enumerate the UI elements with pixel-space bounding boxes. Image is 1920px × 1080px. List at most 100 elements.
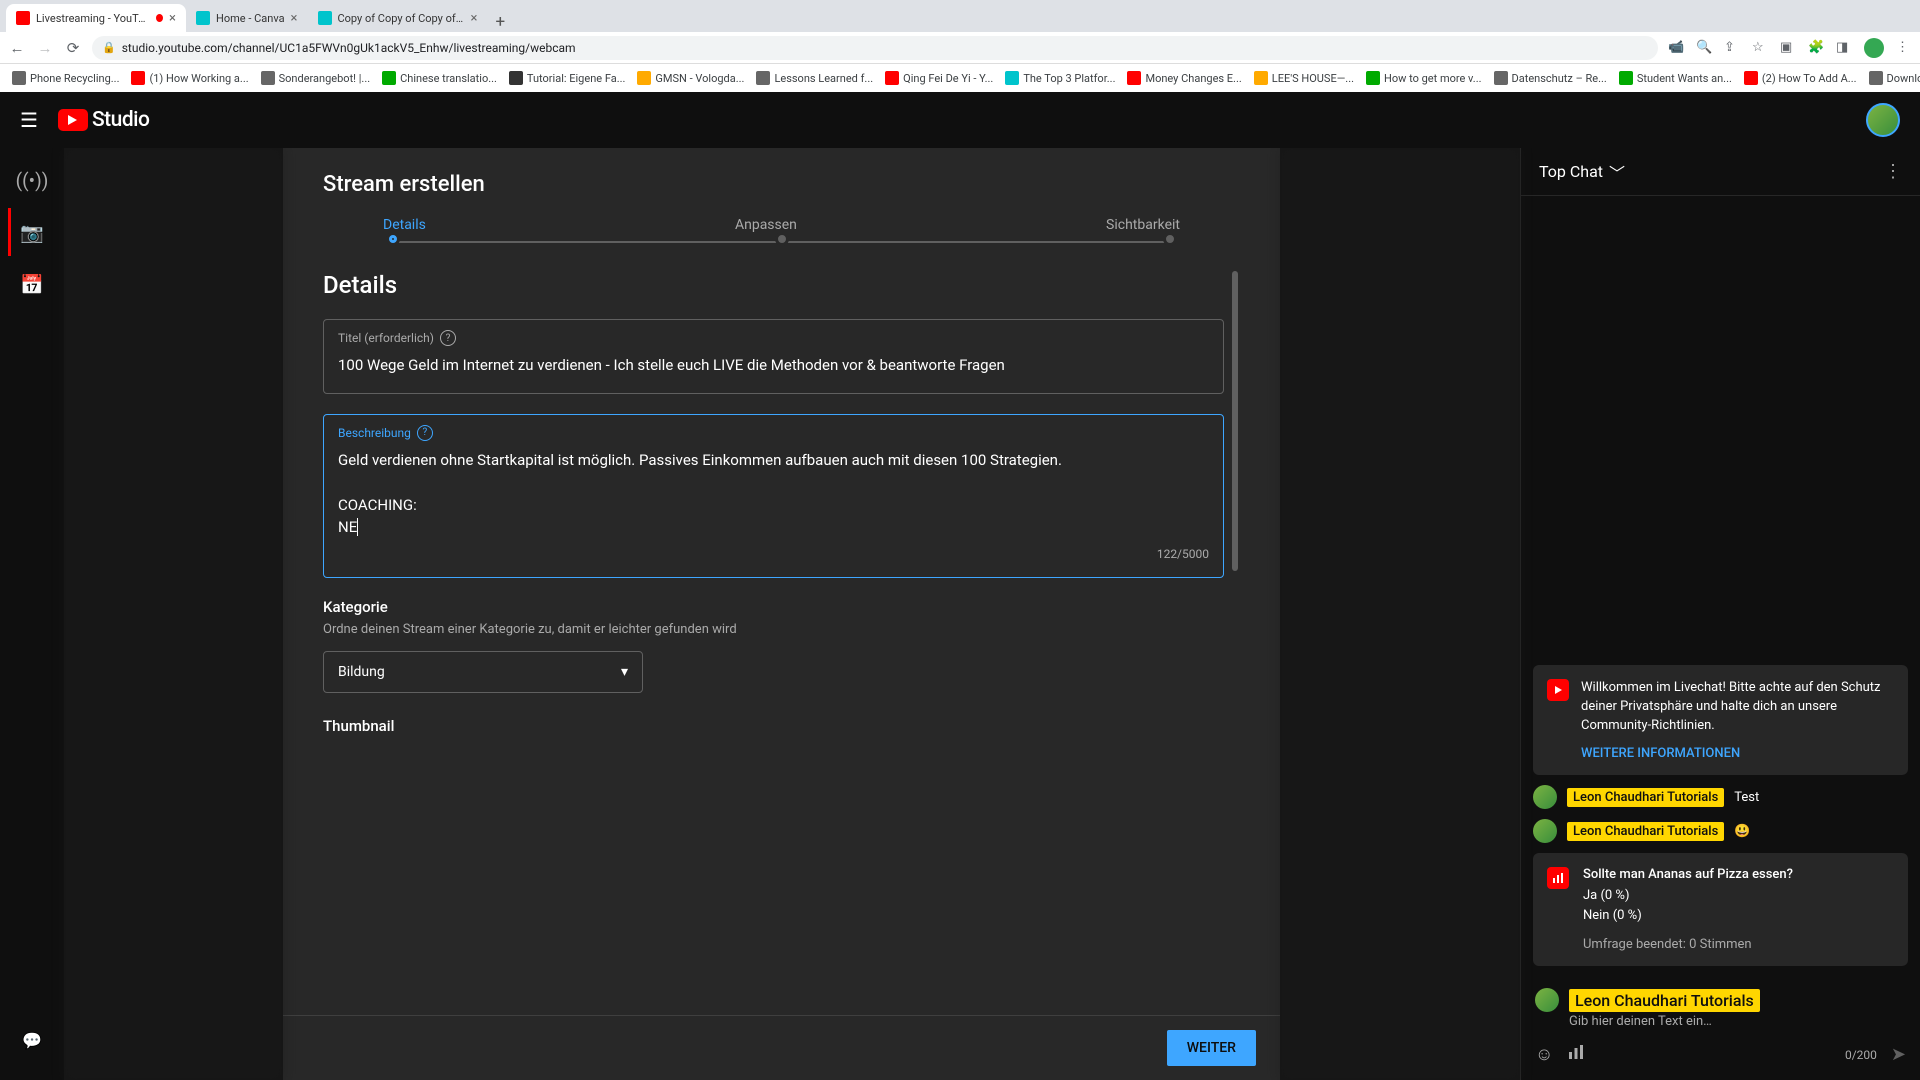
bookmark-item[interactable]: (2) How To Add A... [1740,71,1861,85]
bookmark-item[interactable]: Download - Cooki... [1865,71,1920,85]
bookmark-label: Datenschutz – Re... [1512,72,1607,85]
bookmark-favicon [1005,71,1019,85]
bookmark-item[interactable]: Tutorial: Eigene Fa... [505,71,630,85]
chat-mode-selector[interactable]: Top Chat ﹀ [1539,160,1625,184]
new-tab-button[interactable]: + [488,12,514,32]
category-select[interactable]: Bildung ▾ [323,651,643,693]
bookmark-item[interactable]: Money Changes E... [1123,71,1245,85]
emoji-icon[interactable]: ☺ [1535,1044,1553,1065]
bookmark-label: Tutorial: Eigene Fa... [527,72,626,85]
tab-title: Copy of Copy of Copy of Cop [338,12,465,25]
bookmark-item[interactable]: Phone Recycling... [8,71,123,85]
video-icon[interactable]: 📹 [1668,40,1684,56]
description-label: Beschreibung [338,426,411,440]
preview-backdrop-left [64,148,283,1080]
poll-option: Nein (0 %) [1583,906,1894,926]
bookmark-item[interactable]: (1) How Working a... [127,71,252,85]
chat-input[interactable]: Gib hier deinen Text ein… [1569,1014,1906,1029]
chat-emoji: 😃 [1734,824,1750,839]
reload-icon[interactable]: ⟳ [64,39,82,57]
step-visibility[interactable]: Sichtbarkeit [1106,217,1180,233]
kebab-icon[interactable]: ⋮ [1884,161,1902,182]
bookmark-label: Chinese translatio... [400,72,497,85]
kebab-icon[interactable]: ⋮ [1896,40,1912,56]
next-button[interactable]: WEITER [1167,1030,1256,1066]
bookmark-item[interactable]: GMSN - Vologda... [633,71,748,85]
tab[interactable]: Home - Canva × [186,4,308,32]
recording-indicator-icon [156,14,163,22]
chat-username[interactable]: Leon Chaudhari Tutorials [1567,788,1724,807]
bookmark-label: Student Wants an... [1637,72,1732,85]
step-details[interactable]: Details [383,217,426,233]
bookmark-label: Lessons Learned f... [774,72,873,85]
bookmark-favicon [382,71,396,85]
description-field[interactable]: Beschreibung ? Geld verdienen ohne Start… [323,414,1224,578]
bookmark-item[interactable]: LEE'S HOUSE—... [1250,71,1358,85]
bookmark-item[interactable]: Lessons Learned f... [752,71,877,85]
sidepanel-icon[interactable]: ◨ [1836,40,1852,56]
stream-icon[interactable]: ((•)) [8,156,56,204]
bookmark-item[interactable]: How to get more v... [1362,71,1486,85]
live-chat-panel: Top Chat ﹀ ⋮ Willkommen im Livechat! Bit… [1520,148,1920,1080]
scrollbar-thumb[interactable] [1232,271,1238,571]
bookmark-favicon [1127,71,1141,85]
bookmark-label: GMSN - Vologda... [655,72,744,85]
dialog-scroll-area[interactable]: Details Titel (erforderlich) ? 100 Wege … [323,271,1240,1015]
chat-char-counter: 0/200 [1845,1048,1877,1062]
webcam-nav-item[interactable]: 📷 [8,208,56,256]
puzzle-icon[interactable]: 🧩 [1808,40,1824,56]
back-icon[interactable]: ← [8,39,26,57]
welcome-text: Willkommen im Livechat! Bitte achte auf … [1581,679,1894,736]
youtube-play-icon [58,109,88,131]
camera-icon: 📷 [8,208,56,256]
zoom-icon[interactable]: 🔍 [1696,40,1712,56]
youtube-icon [1547,679,1569,701]
close-icon[interactable]: × [291,11,298,26]
step-customize[interactable]: Anpassen [735,217,797,233]
bookmark-favicon [1494,71,1508,85]
bookmark-item[interactable]: Sonderangebot! |... [257,71,375,85]
main-area: Stream erstellen Details Anpassen Sichtb… [64,148,1520,1080]
share-icon[interactable]: ⇪ [1724,40,1740,56]
user-avatar[interactable] [1533,785,1557,809]
chat-messages[interactable]: Willkommen im Livechat! Bitte achte auf … [1521,196,1920,978]
star-icon[interactable]: ☆ [1752,40,1768,56]
step-dot [775,232,789,246]
channel-avatar[interactable] [1866,103,1900,137]
tab-active[interactable]: Livestreaming - YouTube S × [6,4,186,32]
tab[interactable]: Copy of Copy of Copy of Cop × [308,4,488,32]
url-input[interactable]: 🔒 studio.youtube.com/channel/UC1a5FWVn0g… [92,36,1658,60]
bookmark-item[interactable]: Chinese translatio... [378,71,501,85]
send-icon[interactable]: ➤ [1891,1044,1906,1065]
close-icon[interactable]: × [471,11,478,26]
url-text: studio.youtube.com/channel/UC1a5FWVn0gUk… [122,41,576,55]
feedback-icon[interactable]: 💬 [12,1020,52,1060]
help-icon[interactable]: ? [440,330,456,346]
bookmark-item[interactable]: Datenschutz – Re... [1490,71,1611,85]
extension-icon[interactable]: ▣ [1780,40,1796,56]
description-textarea[interactable]: Geld verdienen ohne Startkapital ist mög… [338,449,1209,539]
close-icon[interactable]: × [169,11,176,26]
title-field[interactable]: Titel (erforderlich) ? 100 Wege Geld im … [323,319,1224,394]
profile-avatar[interactable] [1864,38,1884,58]
user-avatar[interactable] [1533,819,1557,843]
active-indicator [8,208,11,256]
chat-username[interactable]: Leon Chaudhari Tutorials [1567,822,1724,841]
bookmark-item[interactable]: Student Wants an... [1615,71,1736,85]
poll-button-icon[interactable] [1567,1043,1585,1066]
create-stream-dialog: Stream erstellen Details Anpassen Sichtb… [283,148,1280,1080]
youtube-studio-logo[interactable]: Studio [58,108,150,132]
hamburger-icon[interactable]: ☰ [20,108,38,132]
category-heading: Kategorie [323,598,1224,616]
bookmark-label: (2) How To Add A... [1762,72,1857,85]
schedule-icon[interactable]: 📅 [8,260,56,308]
more-info-link[interactable]: WEITERE INFORMATIONEN [1581,746,1894,761]
bookmark-item[interactable]: Qing Fei De Yi - Y... [881,71,997,85]
bookmark-item[interactable]: The Top 3 Platfor... [1001,71,1119,85]
chevron-down-icon: ﹀ [1609,160,1625,184]
help-icon[interactable]: ? [417,425,433,441]
bookmark-label: (1) How Working a... [149,72,248,85]
forward-icon[interactable]: → [36,39,54,57]
title-input[interactable]: 100 Wege Geld im Internet zu verdienen -… [338,354,1209,377]
bookmark-favicon [1744,71,1758,85]
